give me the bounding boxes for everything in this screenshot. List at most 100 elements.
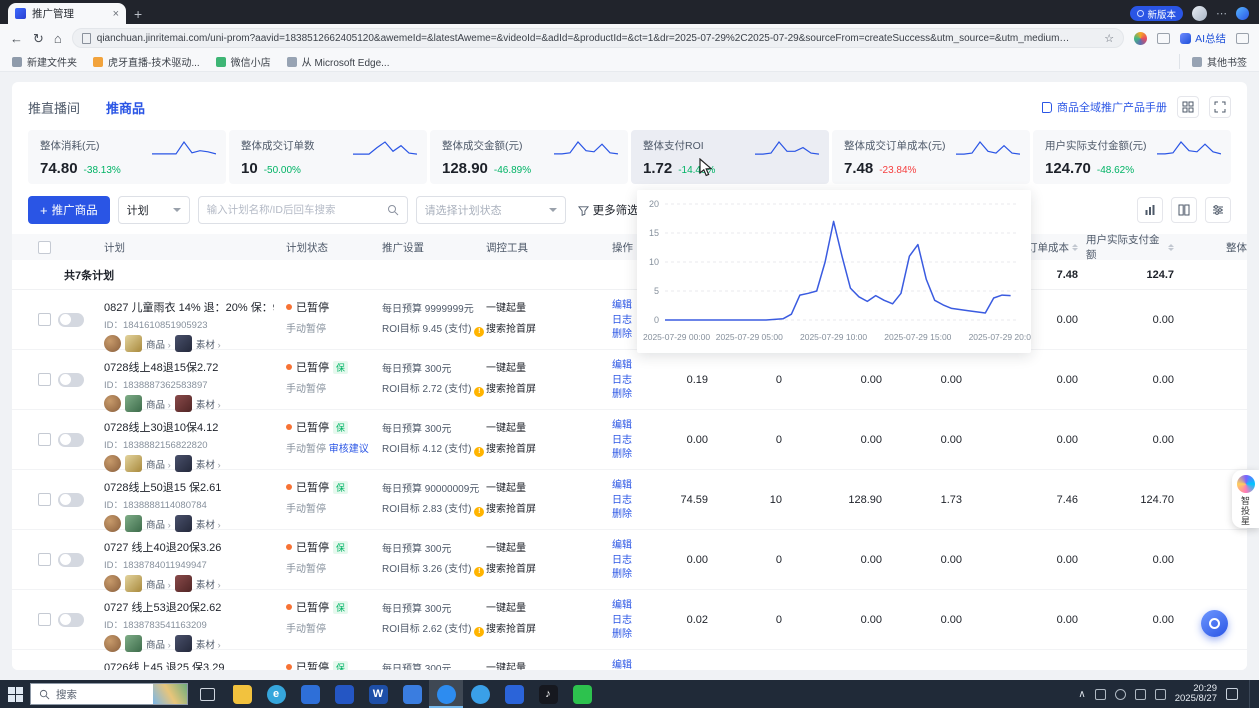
control-tool-link[interactable]: 搜索抢首屏 (486, 560, 600, 575)
stat-card[interactable]: 整体成交订单成本(元) 7.48 -23.84% (832, 130, 1030, 184)
taskbar-app-qq-chat[interactable] (429, 680, 463, 708)
bookmark-item[interactable]: 新建文件夹 (12, 54, 77, 69)
control-tool-link[interactable]: 一键起量 (486, 419, 600, 434)
zhitouxing-widget[interactable]: 智投星 (1232, 470, 1259, 528)
material-link[interactable]: 素材 › (196, 397, 221, 411)
material-link[interactable]: 素材 › (196, 577, 221, 591)
taskbar-app-app-tim[interactable] (395, 680, 429, 708)
product-link[interactable]: 商品 › (146, 637, 171, 651)
chart-view-button[interactable] (1137, 197, 1163, 223)
task-view-button[interactable] (200, 687, 215, 701)
profile-avatar[interactable] (1192, 6, 1207, 21)
row-checkbox[interactable] (38, 373, 51, 386)
control-tool-link[interactable]: 一键起量 (486, 659, 600, 670)
sort-icon[interactable] (1072, 243, 1078, 251)
row-checkbox[interactable] (38, 313, 51, 326)
bookmark-item[interactable]: 微信小店 (215, 54, 271, 69)
notification-center-icon[interactable] (1226, 688, 1238, 700)
column-header[interactable]: 调控工具 (480, 240, 606, 255)
stat-card[interactable]: 整体消耗(元) 74.80 -38.13% (28, 130, 226, 184)
control-tool-link[interactable]: 一键起量 (486, 299, 600, 314)
other-bookmarks-button[interactable]: 其他书签 (1179, 54, 1247, 69)
bookmark-item[interactable]: 从 Microsoft Edge... (286, 54, 389, 69)
stat-card[interactable]: 整体支付ROI 1.72 -14.43% (631, 130, 829, 184)
ai-summary-button[interactable]: AI总结 (1180, 31, 1226, 46)
column-header[interactable]: 整体 (1182, 240, 1247, 255)
control-tool-link[interactable]: 一键起量 (486, 359, 600, 374)
new-tab-button[interactable]: + (134, 7, 142, 21)
customer-service-button[interactable] (1201, 610, 1228, 637)
review-suggestion-link[interactable]: 审核建议 (329, 444, 369, 455)
product-link[interactable]: 商品 › (146, 517, 171, 531)
column-header[interactable]: 推广设置 (376, 240, 480, 255)
volume-tray-icon[interactable] (1134, 688, 1146, 700)
taskbar-app-word[interactable]: W (361, 680, 395, 708)
product-link[interactable]: 商品 › (146, 397, 171, 411)
sort-icon[interactable] (1168, 243, 1174, 251)
row-checkbox[interactable] (38, 433, 51, 446)
stat-card[interactable]: 用户实际支付金额(元) 124.70 -48.62% (1033, 130, 1231, 184)
taskbar-app-app-blue-3[interactable] (497, 680, 531, 708)
action-link[interactable]: 日志 (612, 494, 652, 509)
select-all-checkbox[interactable] (38, 240, 51, 254)
material-link[interactable]: 素材 › (196, 517, 221, 531)
column-header[interactable]: 用户实际支付金额 (1086, 232, 1182, 262)
stat-card[interactable]: 整体成交订单数 10 -50.00% (229, 130, 427, 184)
plan-type-select[interactable]: 计划 (117, 196, 190, 224)
plan-status-toggle[interactable] (58, 552, 84, 567)
control-tool-link[interactable]: 一键起量 (486, 479, 600, 494)
start-button[interactable] (0, 680, 30, 708)
column-settings-button[interactable] (1171, 197, 1197, 223)
action-link[interactable]: 编辑 (612, 599, 652, 614)
input-method-tray-icon[interactable] (1154, 688, 1166, 700)
product-manual-link[interactable]: 商品全域推广产品手册 (1042, 99, 1167, 115)
layout-settings-button[interactable] (1177, 96, 1199, 118)
extension-icon[interactable] (1134, 31, 1148, 45)
action-link[interactable]: 编辑 (612, 419, 652, 434)
row-checkbox[interactable] (38, 553, 51, 566)
show-desktop-button[interactable] (1249, 680, 1253, 708)
stat-card[interactable]: 整体成交金额(元) 128.90 -46.89% (430, 130, 628, 184)
collections-icon[interactable] (1236, 32, 1249, 44)
copilot-icon[interactable] (1236, 7, 1249, 20)
taskbar-clock[interactable]: 20:29 2025/8/27 (1175, 683, 1217, 705)
network-tray-icon[interactable] (1114, 688, 1126, 700)
tab-product[interactable]: 推商品 (106, 98, 145, 117)
action-link[interactable]: 日志 (612, 374, 652, 389)
more-filters-button[interactable]: 更多筛选 (577, 202, 639, 218)
control-tool-link[interactable]: 搜索抢首屏 (486, 380, 600, 395)
control-tool-link[interactable]: 搜索抢首屏 (486, 620, 600, 635)
taskbar-search-box[interactable]: 搜索 (30, 683, 188, 705)
control-tool-link[interactable]: 搜索抢首屏 (486, 500, 600, 515)
browser-menu-icon[interactable]: ⋯ (1216, 7, 1227, 20)
action-link[interactable]: 日志 (612, 554, 652, 569)
action-link[interactable]: 编辑 (612, 359, 652, 374)
plan-status-toggle[interactable] (58, 432, 84, 447)
tray-expand-icon[interactable]: ∧ (1078, 689, 1085, 700)
action-link[interactable]: 删除 (612, 448, 652, 463)
taskbar-app-file-explorer[interactable] (225, 680, 259, 708)
taskbar-app-browser-circle[interactable] (463, 680, 497, 708)
action-link[interactable]: 编辑 (612, 479, 652, 494)
action-link[interactable]: 日志 (612, 614, 652, 629)
plan-status-toggle[interactable] (58, 492, 84, 507)
plan-search-input[interactable] (206, 204, 387, 216)
plan-status-toggle[interactable] (58, 312, 84, 327)
control-tool-link[interactable]: 一键起量 (486, 599, 600, 614)
filter-settings-button[interactable] (1205, 197, 1231, 223)
product-link[interactable]: 商品 › (146, 457, 171, 471)
row-checkbox[interactable] (38, 493, 51, 506)
product-link[interactable]: 商品 › (146, 577, 171, 591)
send-to-device-icon[interactable] (1157, 32, 1171, 44)
material-link[interactable]: 素材 › (196, 457, 221, 471)
taskbar-app-app-blue-1[interactable] (293, 680, 327, 708)
search-icon[interactable] (387, 204, 399, 216)
action-link[interactable]: 删除 (612, 568, 652, 583)
action-link[interactable]: 删除 (612, 388, 652, 403)
bookmark-item[interactable]: 虎牙直播-技术驱动... (93, 54, 200, 69)
action-link[interactable]: 日志 (612, 434, 652, 449)
control-tool-link[interactable]: 搜索抢首屏 (486, 320, 600, 335)
action-link[interactable]: 删除 (612, 508, 652, 523)
plan-status-toggle[interactable] (58, 372, 84, 387)
taskbar-app-edge-browser[interactable]: e (259, 680, 293, 708)
